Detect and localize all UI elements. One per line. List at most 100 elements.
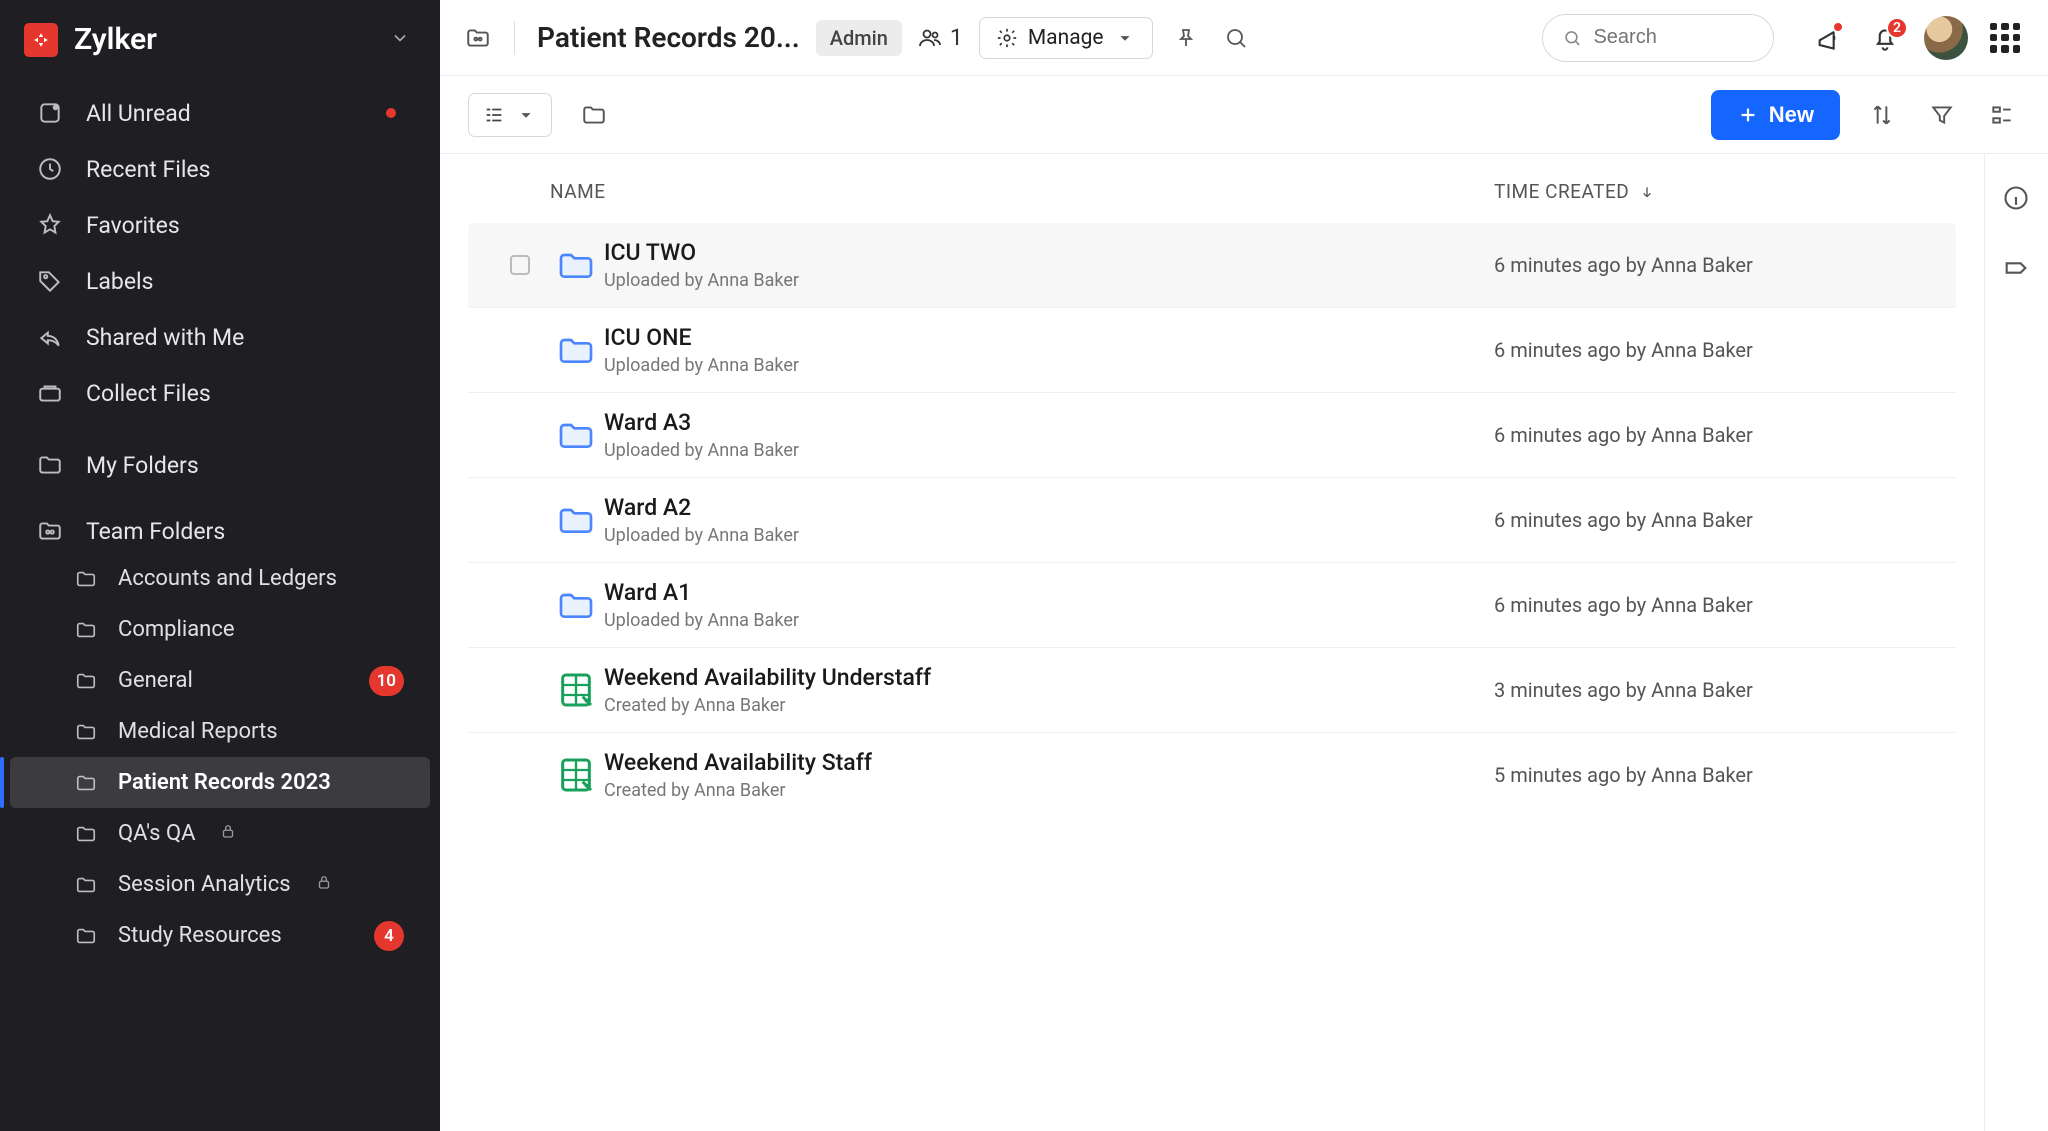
caret-down-icon (1114, 27, 1136, 49)
pin-icon[interactable] (1169, 21, 1203, 55)
file-subtitle: Uploaded by Anna Baker (604, 440, 1494, 461)
search-input[interactable] (1593, 26, 1753, 49)
notifications-icon[interactable]: 2 (1868, 21, 1902, 55)
info-icon[interactable] (2002, 184, 2032, 214)
file-row[interactable]: Ward A1 Uploaded by Anna Baker6 minutes a… (468, 562, 1956, 647)
search-icon (1563, 27, 1581, 49)
file-row[interactable]: ICU ONEUploaded by Anna Baker6 minutes a… (468, 307, 1956, 392)
file-name: Ward A1 (604, 579, 1494, 606)
file-time: 6 minutes ago by Anna Baker (1494, 593, 1914, 617)
filter-icon[interactable] (1924, 97, 1960, 133)
spreadsheet-icon (548, 755, 604, 795)
divider (514, 21, 515, 55)
sidebar-subitem-session-analytics[interactable]: Session Analytics (10, 859, 430, 910)
file-name: ICU ONE (604, 324, 1494, 351)
sidebar-subitem-label: Compliance (118, 617, 235, 642)
caret-down-icon (515, 104, 537, 126)
file-list: NAME TIME CREATED ICU TWOUploaded by Ann… (440, 154, 1984, 1131)
file-subtitle: Uploaded by Anna Baker (604, 355, 1494, 376)
file-subtitle: Created by Anna Baker (604, 780, 1494, 801)
file-row[interactable]: Ward A3Uploaded by Anna Baker6 minutes a… (468, 392, 1956, 477)
sidebar-item-recent-files[interactable]: Recent Files (0, 141, 440, 197)
manage-button[interactable]: Manage (979, 17, 1153, 59)
sort-icon[interactable] (1864, 97, 1900, 133)
people-count-value: 1 (950, 24, 963, 51)
lock-icon (315, 872, 333, 897)
sidebar-section-my-folders[interactable]: My Folders (0, 435, 440, 487)
manage-label: Manage (1028, 26, 1104, 50)
sidebar-subitem-study-resources[interactable]: Study Resources4 (10, 910, 430, 961)
content: NAME TIME CREATED ICU TWOUploaded by Ann… (440, 154, 2048, 1131)
sidebar-item-all-unread[interactable]: All Unread (0, 85, 440, 141)
folder-icon (548, 585, 604, 625)
sidebar-item-shared-with-me[interactable]: Shared with Me (0, 309, 440, 365)
view-tree-button[interactable] (468, 93, 552, 137)
sidebar-subitem-label: Accounts and Ledgers (118, 566, 337, 591)
row-meta: Ward A1 Uploaded by Anna Baker (604, 579, 1494, 631)
spreadsheet-icon (548, 670, 604, 710)
sidebar-subitem-general[interactable]: General10 (10, 655, 430, 706)
sidebar-header[interactable]: Zylker (0, 10, 440, 79)
label-icon[interactable] (2002, 254, 2032, 284)
sidebar-subitem-compliance[interactable]: Compliance (10, 604, 430, 655)
sidebar-subitem-label: Patient Records 2023 (118, 770, 331, 795)
star-icon (36, 211, 64, 239)
announcements-icon[interactable] (1812, 21, 1846, 55)
notification-badge: 2 (1886, 17, 1908, 39)
team-folder-icon[interactable] (464, 24, 492, 52)
folder-icon (74, 567, 98, 591)
sidebar-item-collect-files[interactable]: Collect Files (0, 365, 440, 421)
collect-icon (36, 379, 64, 407)
file-row[interactable]: Ward A2Uploaded by Anna Baker6 minutes a… (468, 477, 1956, 562)
sidebar-subitem-medical-reports[interactable]: Medical Reports (10, 706, 430, 757)
sidebar-item-label: Shared with Me (86, 324, 244, 351)
sidebar-subitem-accounts-and-ledgers[interactable]: Accounts and Ledgers (10, 553, 430, 604)
row-meta: Ward A3 Uploaded by Anna Baker (604, 409, 1494, 461)
toolbar: New (440, 76, 2048, 154)
new-button-label: New (1769, 102, 1814, 128)
arrow-down-icon (1639, 184, 1655, 200)
file-subtitle: Uploaded by Anna Baker (604, 610, 1494, 631)
row-meta: Weekend Availability UnderstaffCreated b… (604, 664, 1494, 716)
user-avatar[interactable] (1924, 16, 1968, 60)
folder-icon (548, 330, 604, 370)
sidebar-item-labels[interactable]: Labels (0, 253, 440, 309)
folder-icon (74, 618, 98, 642)
folder-icon (548, 415, 604, 455)
folder-icon (74, 720, 98, 744)
sidebar-item-favorites[interactable]: Favorites (0, 197, 440, 253)
file-name: ICU TWO (604, 239, 1494, 266)
folder-icon (548, 245, 604, 285)
file-subtitle: Uploaded by Anna Baker (604, 525, 1494, 546)
file-name: Ward A2 (604, 494, 1494, 521)
search-icon[interactable] (1219, 21, 1253, 55)
folder-icon (74, 669, 98, 693)
sidebar-subitem-qa-s-qa[interactable]: QA's QA (10, 808, 430, 859)
column-name[interactable]: NAME (550, 180, 1494, 203)
file-name: Ward A3 (604, 409, 1494, 436)
folder-icon (74, 924, 98, 948)
file-row[interactable]: ICU TWOUploaded by Anna Baker6 minutes a… (468, 223, 1956, 307)
folder-icon (548, 500, 604, 540)
global-search[interactable] (1542, 14, 1774, 62)
sidebar-item-label: Favorites (86, 212, 180, 239)
sidebar-subitem-label: Study Resources (118, 923, 282, 948)
sidebar-item-label: Collect Files (86, 380, 211, 407)
file-row[interactable]: Weekend Availability UnderstaffCreated b… (468, 647, 1956, 732)
unread-dot (386, 108, 396, 118)
sidebar-subitem-patient-records-2023[interactable]: Patient Records 2023 (10, 757, 430, 808)
new-button[interactable]: New (1711, 90, 1840, 140)
people-count[interactable]: 1 (918, 24, 963, 51)
file-row[interactable]: Weekend Availability StaffCreated by Ann… (468, 732, 1956, 817)
sidebar-subitem-label: Session Analytics (118, 872, 291, 897)
layout-icon[interactable] (1984, 97, 2020, 133)
sidebar-item-label: All Unread (86, 100, 191, 127)
reply-icon (36, 323, 64, 351)
folder-icon (74, 873, 98, 897)
sidebar-section-team-folders[interactable]: Team Folders (0, 501, 440, 553)
apps-grid-icon[interactable] (1990, 23, 2020, 53)
row-checkbox[interactable] (492, 255, 548, 275)
column-time-created[interactable]: TIME CREATED (1494, 180, 1914, 203)
folder-icon[interactable] (576, 97, 612, 133)
chevron-down-icon[interactable] (390, 28, 410, 52)
